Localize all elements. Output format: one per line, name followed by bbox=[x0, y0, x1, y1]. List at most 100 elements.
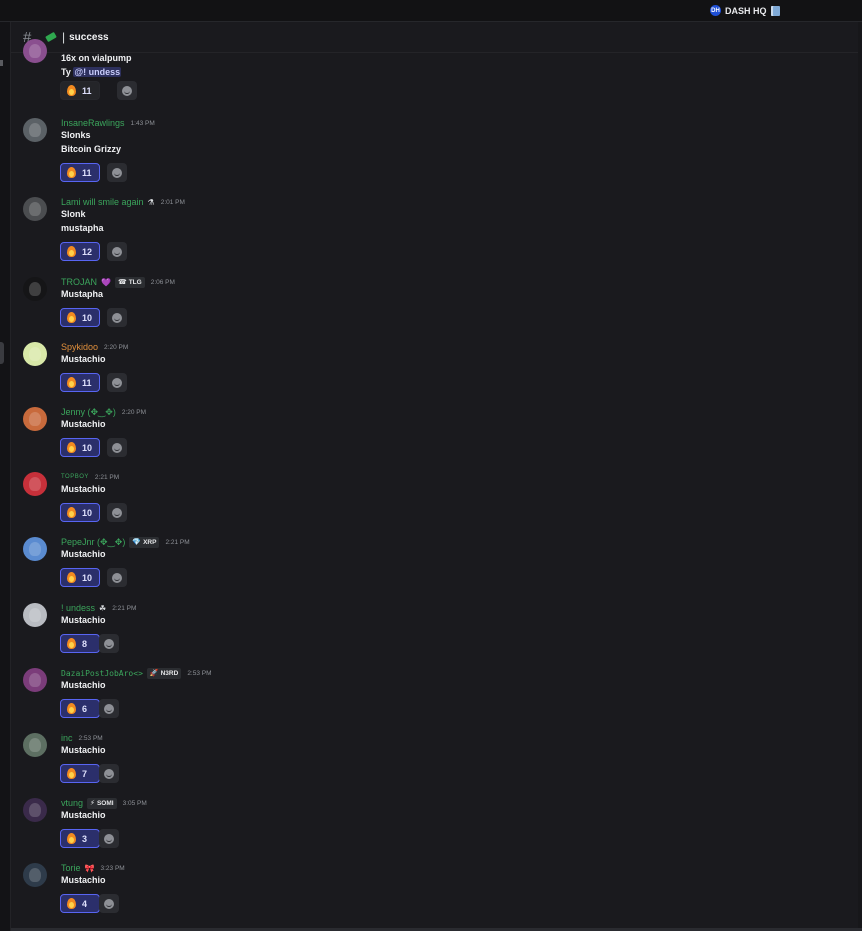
message: Lami will smile again ⚗ 2:01 PM Slonk mustap… bbox=[11, 195, 851, 261]
message-text: Mustachio bbox=[61, 354, 106, 364]
reaction-count: 10 bbox=[82, 442, 93, 453]
message-list[interactable]: 16x on vialpump Ty @! undess 11 InsaneRa… bbox=[11, 39, 862, 931]
fire-reaction[interactable]: 10 bbox=[60, 568, 100, 587]
username[interactable]: TOPBOY bbox=[61, 474, 89, 480]
avatar[interactable] bbox=[23, 342, 47, 366]
add-reaction-button[interactable] bbox=[107, 503, 127, 522]
fire-reaction[interactable]: 11 bbox=[60, 81, 100, 100]
timestamp: 2:53 PM bbox=[187, 669, 212, 677]
reaction-count: 12 bbox=[82, 246, 93, 257]
avatar[interactable] bbox=[23, 472, 47, 496]
username[interactable]: Lami will smile again bbox=[61, 197, 144, 207]
fire-icon bbox=[67, 312, 76, 323]
fire-reaction[interactable]: 4 bbox=[60, 894, 100, 913]
avatar[interactable] bbox=[23, 197, 47, 221]
add-reaction-button[interactable] bbox=[107, 373, 127, 392]
avatar[interactable] bbox=[23, 407, 47, 431]
fire-reaction[interactable]: 10 bbox=[60, 308, 100, 327]
message-header: PepeJnr (✥‿✥) 💎 XRP 2:21 PM bbox=[61, 535, 190, 549]
server-tag[interactable]: ☎ TLG bbox=[114, 276, 145, 288]
username[interactable]: Spykidoo bbox=[61, 342, 98, 352]
avatar[interactable] bbox=[23, 118, 47, 142]
fire-reaction[interactable]: 10 bbox=[60, 503, 100, 522]
fire-icon bbox=[67, 442, 76, 453]
server-tag[interactable]: 💎 XRP bbox=[129, 536, 160, 548]
smile-icon bbox=[112, 572, 122, 583]
avatar[interactable] bbox=[23, 603, 47, 627]
fire-reaction[interactable]: 12 bbox=[60, 242, 100, 261]
reaction-count: 10 bbox=[82, 312, 93, 323]
fire-reaction[interactable]: 8 bbox=[60, 634, 100, 653]
username[interactable]: DazaiPostJobAro<> bbox=[61, 669, 143, 678]
name-decoration-icon: ⚗ bbox=[147, 197, 155, 207]
username[interactable]: Torie bbox=[61, 863, 81, 873]
add-reaction-button[interactable] bbox=[99, 764, 119, 783]
server-tag[interactable]: ⚡ SOMI bbox=[87, 797, 117, 809]
avatar[interactable] bbox=[23, 277, 47, 301]
avatar[interactable] bbox=[23, 798, 47, 822]
add-reaction-button[interactable] bbox=[99, 699, 119, 718]
server-tag[interactable]: 🚀 N3RD bbox=[146, 667, 182, 679]
timestamp: 2:20 PM bbox=[104, 343, 129, 351]
timestamp: 3:23 PM bbox=[100, 864, 125, 872]
username[interactable]: InsaneRawlings bbox=[61, 118, 125, 128]
channel-name[interactable]: success bbox=[69, 32, 108, 43]
sidebar-pill[interactable] bbox=[0, 342, 4, 364]
username[interactable]: inc bbox=[61, 733, 73, 743]
avatar[interactable] bbox=[23, 537, 47, 561]
add-reaction-button[interactable] bbox=[107, 163, 127, 182]
tag-icon: 💎 bbox=[132, 539, 142, 546]
username[interactable]: Jenny (✥‿✥) bbox=[61, 407, 116, 418]
message-text: Mustachio bbox=[61, 419, 106, 429]
add-reaction-button[interactable] bbox=[99, 894, 119, 913]
message: Spykidoo 2:20 PM Mustachio 11 bbox=[11, 340, 851, 400]
smile-icon bbox=[112, 312, 122, 323]
avatar[interactable] bbox=[23, 668, 47, 692]
username[interactable]: vtung bbox=[61, 798, 83, 808]
message: PepeJnr (✥‿✥) 💎 XRP 2:21 PM Mustachio 10 bbox=[11, 535, 851, 595]
message-text: mustapha bbox=[61, 223, 104, 233]
fire-reaction[interactable]: 3 bbox=[60, 829, 100, 848]
smile-icon bbox=[104, 638, 114, 649]
add-reaction-button[interactable] bbox=[99, 634, 119, 653]
smile-icon bbox=[104, 703, 114, 714]
message-header: Torie 🎀 3:23 PM bbox=[61, 861, 125, 875]
fire-reaction[interactable]: 7 bbox=[60, 764, 100, 783]
server-title[interactable]: DH DASH HQ bbox=[710, 4, 780, 17]
username[interactable]: PepeJnr (✥‿✥) bbox=[61, 537, 125, 548]
add-reaction-button[interactable] bbox=[107, 438, 127, 457]
fire-reaction[interactable]: 11 bbox=[60, 163, 100, 182]
username[interactable]: ! undess bbox=[61, 603, 95, 613]
message-header: Lami will smile again ⚗ 2:01 PM bbox=[61, 195, 185, 209]
message-text: Mustachio bbox=[61, 810, 106, 820]
message: DazaiPostJobAro<> 🚀 N3RD 2:53 PM Mustachio 6 bbox=[11, 666, 851, 726]
avatar[interactable] bbox=[23, 733, 47, 757]
username[interactable]: TROJAN bbox=[61, 277, 97, 287]
message-prefix: Ty bbox=[61, 67, 74, 77]
avatar[interactable] bbox=[23, 863, 47, 887]
add-reaction-button[interactable] bbox=[99, 829, 119, 848]
smile-icon bbox=[112, 167, 122, 178]
message-header: TOPBOY 2:21 PM bbox=[61, 470, 119, 484]
add-reaction-button[interactable] bbox=[107, 242, 127, 261]
fire-icon bbox=[67, 833, 76, 844]
timestamp: 2:21 PM bbox=[94, 473, 120, 481]
add-reaction-button[interactable] bbox=[107, 568, 127, 587]
user-mention[interactable]: @! undess bbox=[73, 67, 122, 77]
message-header: TROJAN 💜 ☎ TLG 2:06 PM bbox=[61, 275, 175, 289]
smile-icon bbox=[104, 768, 114, 779]
reaction-count: 6 bbox=[82, 703, 88, 714]
fire-icon bbox=[67, 572, 76, 583]
message-text: Mustapha bbox=[61, 289, 104, 299]
fire-reaction[interactable]: 10 bbox=[60, 438, 100, 457]
message-text: Ty @! undess bbox=[61, 67, 122, 77]
add-reaction-button[interactable] bbox=[107, 308, 127, 327]
fire-reaction[interactable]: 6 bbox=[60, 699, 100, 718]
message-text: Mustachio bbox=[61, 875, 106, 885]
add-reaction-button[interactable] bbox=[117, 81, 137, 100]
fire-reaction[interactable]: 11 bbox=[60, 373, 100, 392]
timestamp: 3:05 PM bbox=[122, 799, 147, 807]
tag-label: N3RD bbox=[160, 669, 179, 677]
scrollbar-track[interactable] bbox=[858, 22, 862, 931]
avatar[interactable] bbox=[23, 39, 47, 63]
